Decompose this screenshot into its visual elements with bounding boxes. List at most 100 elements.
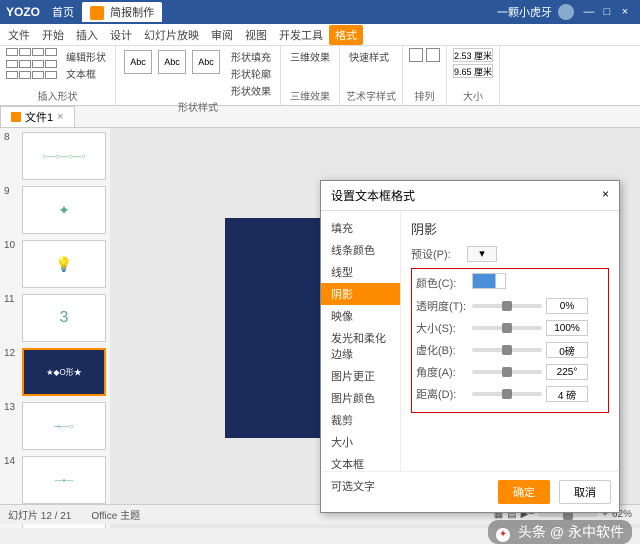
size-value[interactable] xyxy=(546,320,588,336)
nav-line-color[interactable]: 线条颜色 xyxy=(321,239,400,261)
nav-alttext[interactable]: 可选文字 xyxy=(321,475,400,497)
preset-dropdown[interactable]: ▾ xyxy=(467,246,497,262)
style-preset-2[interactable]: Abc xyxy=(158,50,186,74)
transparency-slider[interactable] xyxy=(472,304,542,308)
group-label-3d: 三维效果 xyxy=(287,88,333,103)
app-logo: YOZO xyxy=(6,5,40,19)
angle-value[interactable] xyxy=(546,364,588,380)
user-label[interactable]: 一颗小虎牙 xyxy=(497,4,552,20)
distance-label: 距离(D): xyxy=(416,386,472,402)
thumbnail[interactable]: 14 xyxy=(4,456,106,504)
dialog-content: 阴影 预设(P): ▾ 颜色(C): 透明度(T): 大小(S): xyxy=(401,211,619,471)
menu-bar: 文件 开始 插入 设计 幻灯片放映 审阅 视图 开发工具 格式 xyxy=(0,24,640,46)
size-label: 大小(S): xyxy=(416,320,472,336)
nav-pic-color[interactable]: 图片颜色 xyxy=(321,387,400,409)
nav-crop[interactable]: 裁剪 xyxy=(321,409,400,431)
watermark: ✦ 头条 @ 永中软件 xyxy=(488,520,632,544)
watermark-icon: ✦ xyxy=(496,528,510,542)
close-button[interactable]: × xyxy=(616,6,634,18)
titlebar-home-tab[interactable]: 首页 xyxy=(44,2,82,22)
distance-value[interactable] xyxy=(546,386,588,402)
shape-gallery[interactable] xyxy=(6,48,57,82)
nav-textbox[interactable]: 文本框 xyxy=(321,453,400,475)
transparency-label: 透明度(T): xyxy=(416,298,472,314)
distance-slider[interactable] xyxy=(472,392,542,396)
thumbnail-selected[interactable]: 12★◆O形★ xyxy=(4,348,106,396)
highlighted-options: 颜色(C): 透明度(T): 大小(S): 虚化(B): xyxy=(411,268,609,413)
color-label: 颜色(C): xyxy=(416,275,472,291)
nav-size[interactable]: 大小 xyxy=(321,431,400,453)
group-label-wordart: 艺术字样式 xyxy=(346,88,396,103)
menu-slideshow[interactable]: 幻灯片放映 xyxy=(138,25,205,45)
nav-reflection[interactable]: 映像 xyxy=(321,305,400,327)
blur-value[interactable] xyxy=(546,342,588,358)
theme-label: Office 主题 xyxy=(91,507,140,522)
thumbnail[interactable]: 8 xyxy=(4,132,106,180)
document-tab[interactable]: 文件1 × xyxy=(0,106,75,127)
ribbon: 编辑形状 文本框 插入形状 Abc Abc Abc 形状填充 形状轮廓 形状效果… xyxy=(0,46,640,106)
color-picker[interactable] xyxy=(472,273,506,289)
thumbnail[interactable]: 13 xyxy=(4,402,106,450)
ok-button[interactable]: 确定 xyxy=(498,480,550,504)
quick-style-button[interactable]: 快速样式 xyxy=(346,48,396,65)
format-textbox-dialog: 设置文本框格式 × 填充 线条颜色 线型 阴影 映像 发光和柔化边缘 图片更正 … xyxy=(320,180,620,513)
arrange-icon[interactable] xyxy=(409,48,423,62)
ribbon-group-3d: 三维效果 三维效果 xyxy=(281,46,340,105)
minimize-button[interactable]: — xyxy=(580,6,598,18)
shape-outline-button[interactable]: 形状轮廓 xyxy=(228,65,274,82)
menu-home[interactable]: 开始 xyxy=(36,25,70,45)
doc-name: 简报制作 xyxy=(110,7,154,19)
nav-line-style[interactable]: 线型 xyxy=(321,261,400,283)
textbox-button[interactable]: 文本框 xyxy=(63,65,109,82)
size-slider[interactable] xyxy=(472,326,542,330)
three-d-button[interactable]: 三维效果 xyxy=(287,48,333,65)
menu-design[interactable]: 设计 xyxy=(104,25,138,45)
menu-file[interactable]: 文件 xyxy=(2,25,36,45)
cancel-button[interactable]: 取消 xyxy=(559,480,611,504)
transparency-value[interactable] xyxy=(546,298,588,314)
group-label-size: 大小 xyxy=(453,88,493,103)
thumbnail[interactable]: 10 xyxy=(4,240,106,288)
height-input[interactable] xyxy=(453,48,493,62)
shape-fill-button[interactable]: 形状填充 xyxy=(228,48,274,65)
maximize-button[interactable]: □ xyxy=(598,6,616,18)
edit-shape-button[interactable]: 编辑形状 xyxy=(63,48,109,65)
shape-effects-button[interactable]: 形状效果 xyxy=(228,82,274,99)
presentation-icon xyxy=(11,112,21,122)
blur-label: 虚化(B): xyxy=(416,342,472,358)
avatar-icon[interactable] xyxy=(558,4,574,20)
close-tab-icon[interactable]: × xyxy=(57,111,63,123)
dialog-nav: 填充 线条颜色 线型 阴影 映像 发光和柔化边缘 图片更正 图片颜色 裁剪 大小… xyxy=(321,211,401,471)
nav-fill[interactable]: 填充 xyxy=(321,217,400,239)
group-label-insert: 插入形状 xyxy=(6,88,109,103)
angle-slider[interactable] xyxy=(472,370,542,374)
nav-pic-correct[interactable]: 图片更正 xyxy=(321,365,400,387)
ribbon-group-arrange: 排列 xyxy=(403,46,447,105)
nav-glow[interactable]: 发光和柔化边缘 xyxy=(321,327,400,365)
title-bar: YOZO 首页 简报制作 一颗小虎牙 — □ × xyxy=(0,0,640,24)
slide-thumbnails[interactable]: 8 9 10 11 12★◆O形★ 13 14 15 xyxy=(0,128,110,528)
blur-slider[interactable] xyxy=(472,348,542,352)
menu-review[interactable]: 审阅 xyxy=(205,25,239,45)
titlebar-doc-tab[interactable]: 简报制作 xyxy=(82,2,162,22)
dialog-titlebar: 设置文本框格式 × xyxy=(321,181,619,211)
menu-insert[interactable]: 插入 xyxy=(70,25,104,45)
thumbnail[interactable]: 11 xyxy=(4,294,106,342)
width-input[interactable] xyxy=(453,64,493,78)
group-label-arrange: 排列 xyxy=(409,88,440,103)
dialog-title: 设置文本框格式 xyxy=(331,187,415,204)
dialog-close-icon[interactable]: × xyxy=(602,187,609,204)
ribbon-group-shape-style: Abc Abc Abc 形状填充 形状轮廓 形状效果 形状样式 xyxy=(116,46,281,105)
ribbon-group-insert-shape: 编辑形状 文本框 插入形状 xyxy=(0,46,116,105)
thumbnail[interactable]: 9 xyxy=(4,186,106,234)
style-preset-1[interactable]: Abc xyxy=(124,50,152,74)
zoom-slider[interactable] xyxy=(538,513,598,517)
menu-view[interactable]: 视图 xyxy=(239,25,273,45)
style-preset-3[interactable]: Abc xyxy=(192,50,220,74)
nav-shadow[interactable]: 阴影 xyxy=(321,283,400,305)
menu-format[interactable]: 格式 xyxy=(329,25,363,45)
align-icon[interactable] xyxy=(426,48,440,62)
menu-devtools[interactable]: 开发工具 xyxy=(273,25,329,45)
document-tab-label: 文件1 xyxy=(25,109,53,125)
group-label-style: 形状样式 xyxy=(122,99,274,114)
